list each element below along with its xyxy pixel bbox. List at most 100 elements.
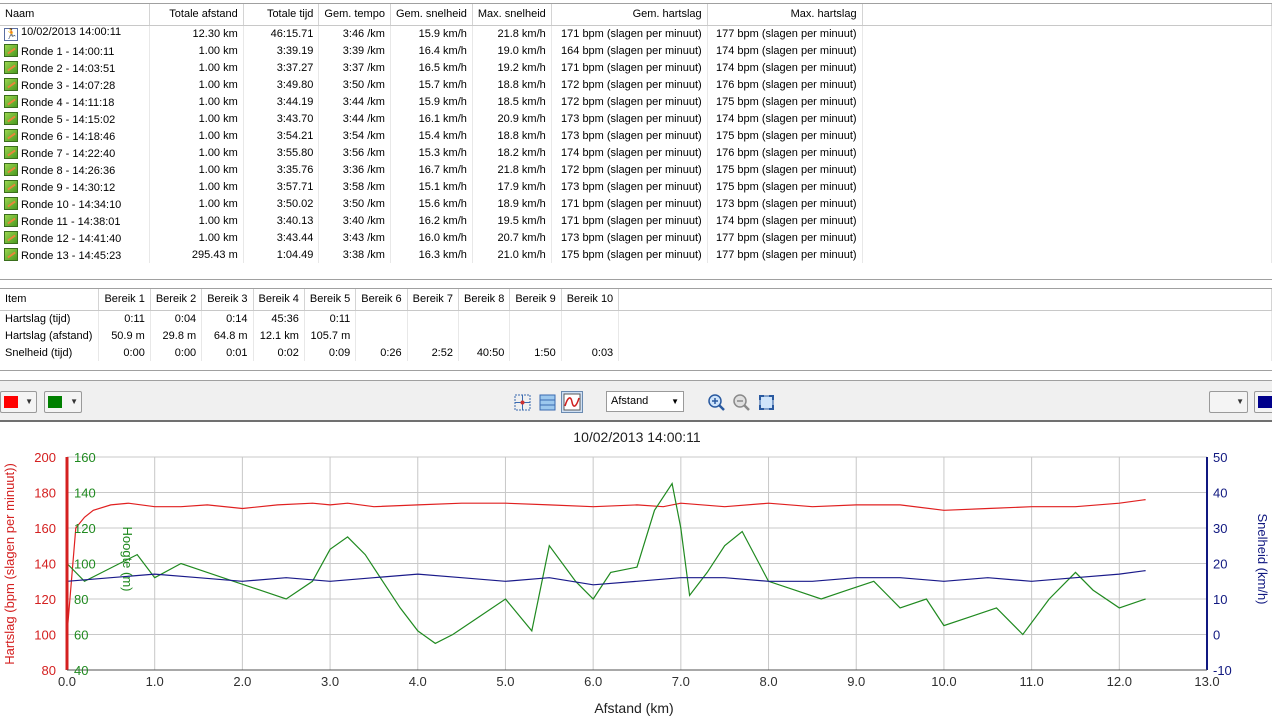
column-header-time[interactable]: Totale tijd: [243, 4, 320, 26]
zone-column-header[interactable]: Bereik 10: [561, 289, 620, 311]
filler-cell: [862, 76, 1272, 93]
lap-name-cell[interactable]: Ronde 1 - 14:00:11: [0, 42, 151, 59]
filler-cell: [862, 195, 1272, 212]
zone-column-header[interactable]: Bereik 7: [407, 289, 459, 311]
cell-avg-hr: 171 bpm (slagen per minuut): [551, 195, 708, 212]
zone-value: [561, 310, 620, 327]
zone-column-header[interactable]: Bereik 4: [253, 289, 305, 311]
grid-icon[interactable]: [536, 391, 558, 413]
column-header-pace[interactable]: Gem. tempo: [318, 4, 391, 26]
lap-name-cell[interactable]: 🏃 10/02/2013 14:00:11: [0, 25, 151, 42]
cell-dist: 1.00 km: [149, 178, 244, 195]
x-axis-select[interactable]: Afstand ▼: [606, 391, 684, 412]
table-row[interactable]: Ronde 12 - 14:41:40 1.00 km 3:43.44 3:43 /k…: [0, 229, 1272, 246]
table-row[interactable]: Ronde 13 - 14:45:23 295.43 m 1:04.49 3:38 /…: [0, 246, 1272, 263]
table-row[interactable]: Ronde 4 - 14:11:18 1.00 km 3:44.19 3:44 /km…: [0, 93, 1272, 110]
y-axis-label: Snelheid (km/h): [1255, 513, 1270, 604]
x-tick-label: 10.0: [931, 674, 956, 689]
table-row[interactable]: Ronde 11 - 14:38:01 1.00 km 3:40.13 3:40 /k…: [0, 212, 1272, 229]
zone-value: [509, 310, 562, 327]
zone-column-header[interactable]: Item: [0, 289, 100, 311]
zone-column-header[interactable]: Bereik 5: [304, 289, 357, 311]
table-row[interactable]: Ronde 9 - 14:30:12 1.00 km 3:57.71 3:58 /km…: [0, 178, 1272, 195]
table-row[interactable]: Snelheid (tijd) 0:00 0:00 0:01 0:02 0:09 0:26 2…: [0, 344, 1272, 361]
x-tick-label: 7.0: [672, 674, 690, 689]
heart-rate-color-picker[interactable]: ▼: [0, 391, 37, 413]
lap-name-cell[interactable]: Ronde 10 - 14:34:10: [0, 195, 151, 212]
column-header-filler: [862, 4, 1272, 26]
lap-name-cell[interactable]: Ronde 4 - 14:11:18: [0, 93, 151, 110]
cell-time: 3:37.27: [243, 59, 320, 76]
zone-column-header[interactable]: Bereik 9: [509, 289, 562, 311]
filler-cell: [862, 59, 1272, 76]
series-line: [66, 570, 1146, 586]
table-row[interactable]: Ronde 2 - 14:03:51 1.00 km 3:37.27 3:37 /km…: [0, 59, 1272, 76]
zone-column-header[interactable]: Bereik 1: [98, 289, 151, 311]
lap-name-cell[interactable]: Ronde 12 - 14:41:40: [0, 229, 151, 246]
column-header-avg-hr[interactable]: Gem. hartslag: [551, 4, 708, 26]
zone-value: 12.1 km: [253, 327, 305, 344]
lap-name-cell[interactable]: Ronde 2 - 14:03:51: [0, 59, 151, 76]
lap-name-cell[interactable]: Ronde 8 - 14:26:36: [0, 161, 151, 178]
zoom-fit-icon[interactable]: [755, 391, 777, 413]
table-row[interactable]: Ronde 3 - 14:07:28 1.00 km 3:49.80 3:50 /km…: [0, 76, 1272, 93]
table-row[interactable]: Ronde 1 - 14:00:11 1.00 km 3:39.19 3:39 /km…: [0, 42, 1272, 59]
lap-icon: [4, 43, 18, 57]
lap-name-cell[interactable]: Ronde 3 - 14:07:28: [0, 76, 151, 93]
zone-column-header[interactable]: Bereik 8: [458, 289, 511, 311]
table-row[interactable]: Hartslag (tijd) 0:11 0:04 0:14 45:36 0:11: [0, 310, 1272, 327]
column-header-max-speed[interactable]: Max. snelheid: [472, 4, 552, 26]
column-header-name[interactable]: Naam: [0, 4, 151, 26]
zoom-in-icon[interactable]: [705, 391, 727, 413]
table-row[interactable]: Ronde 6 - 14:18:46 1.00 km 3:54.21 3:54 /km…: [0, 127, 1272, 144]
speed-color-picker[interactable]: [1254, 391, 1272, 413]
smooth-icon[interactable]: [561, 391, 583, 413]
zoom-out-icon[interactable]: [730, 391, 752, 413]
column-header-distance[interactable]: Totale afstand: [149, 4, 244, 26]
x-tick-label: 2.0: [233, 674, 251, 689]
zone-value: 0:11: [98, 310, 151, 327]
zone-column-header[interactable]: Bereik 3: [201, 289, 254, 311]
cell-pace: 3:36 /km: [318, 161, 391, 178]
cell-avg-hr: 173 bpm (slagen per minuut): [551, 110, 708, 127]
lap-name-cell[interactable]: Ronde 11 - 14:38:01: [0, 212, 151, 229]
table-row[interactable]: Ronde 7 - 14:22:40 1.00 km 3:55.80 3:56 /km…: [0, 144, 1272, 161]
lap-name-cell[interactable]: Ronde 13 - 14:45:23: [0, 246, 151, 263]
cell-avg-speed: 16.4 km/h: [390, 42, 473, 59]
right-axis-select[interactable]: ▼: [1209, 391, 1248, 413]
cell-max-hr: 176 bpm (slagen per minuut): [707, 76, 863, 93]
cell-time: 3:55.80: [243, 144, 320, 161]
column-header-max-hr[interactable]: Max. hartslag: [707, 4, 863, 26]
zone-value: 0:09: [304, 344, 357, 361]
elevation-color-picker[interactable]: ▼: [44, 391, 82, 413]
y-tick-label: 50: [1213, 450, 1227, 465]
lap-name-cell[interactable]: Ronde 7 - 14:22:40: [0, 144, 151, 161]
zone-column-header[interactable]: Bereik 6: [355, 289, 408, 311]
lap-name: Ronde 1 - 14:00:11: [21, 45, 115, 58]
y-tick-label: 10: [1213, 592, 1227, 607]
y-tick-label: 30: [1213, 521, 1227, 536]
cell-max-hr: 176 bpm (slagen per minuut): [707, 144, 863, 161]
filler-cell: [862, 110, 1272, 127]
lap-name-cell[interactable]: Ronde 6 - 14:18:46: [0, 127, 151, 144]
cell-avg-speed: 16.3 km/h: [390, 246, 473, 263]
table-row[interactable]: 🏃 10/02/2013 14:00:11 12.30 km 46:15.71 3:46…: [0, 25, 1272, 42]
column-header-avg-speed[interactable]: Gem. snelheid: [390, 4, 473, 26]
lap-icon: [4, 213, 18, 227]
y-tick-label: 100: [34, 628, 56, 643]
cell-avg-speed: 16.2 km/h: [390, 212, 473, 229]
table-row[interactable]: Hartslag (afstand) 50.9 m 29.8 m 64.8 m 12.1…: [0, 327, 1272, 344]
zone-value: 0:14: [201, 310, 254, 327]
cell-dist: 295.43 m: [149, 246, 244, 263]
zone-value: 40:50: [458, 344, 511, 361]
cell-pace: 3:44 /km: [318, 110, 391, 127]
zone-column-header[interactable]: Bereik 2: [150, 289, 203, 311]
table-row[interactable]: Ronde 10 - 14:34:10 1.00 km 3:50.02 3:50 /k…: [0, 195, 1272, 212]
x-axis-select-value: Afstand: [611, 395, 649, 407]
lap-name-cell[interactable]: Ronde 5 - 14:15:02: [0, 110, 151, 127]
lap-name-cell[interactable]: Ronde 9 - 14:30:12: [0, 178, 151, 195]
y-tick-label: 140: [74, 486, 96, 501]
table-row[interactable]: Ronde 5 - 14:15:02 1.00 km 3:43.70 3:44 /km…: [0, 110, 1272, 127]
crosshair-icon[interactable]: [511, 391, 533, 413]
table-row[interactable]: Ronde 8 - 14:26:36 1.00 km 3:35.76 3:36 /km…: [0, 161, 1272, 178]
